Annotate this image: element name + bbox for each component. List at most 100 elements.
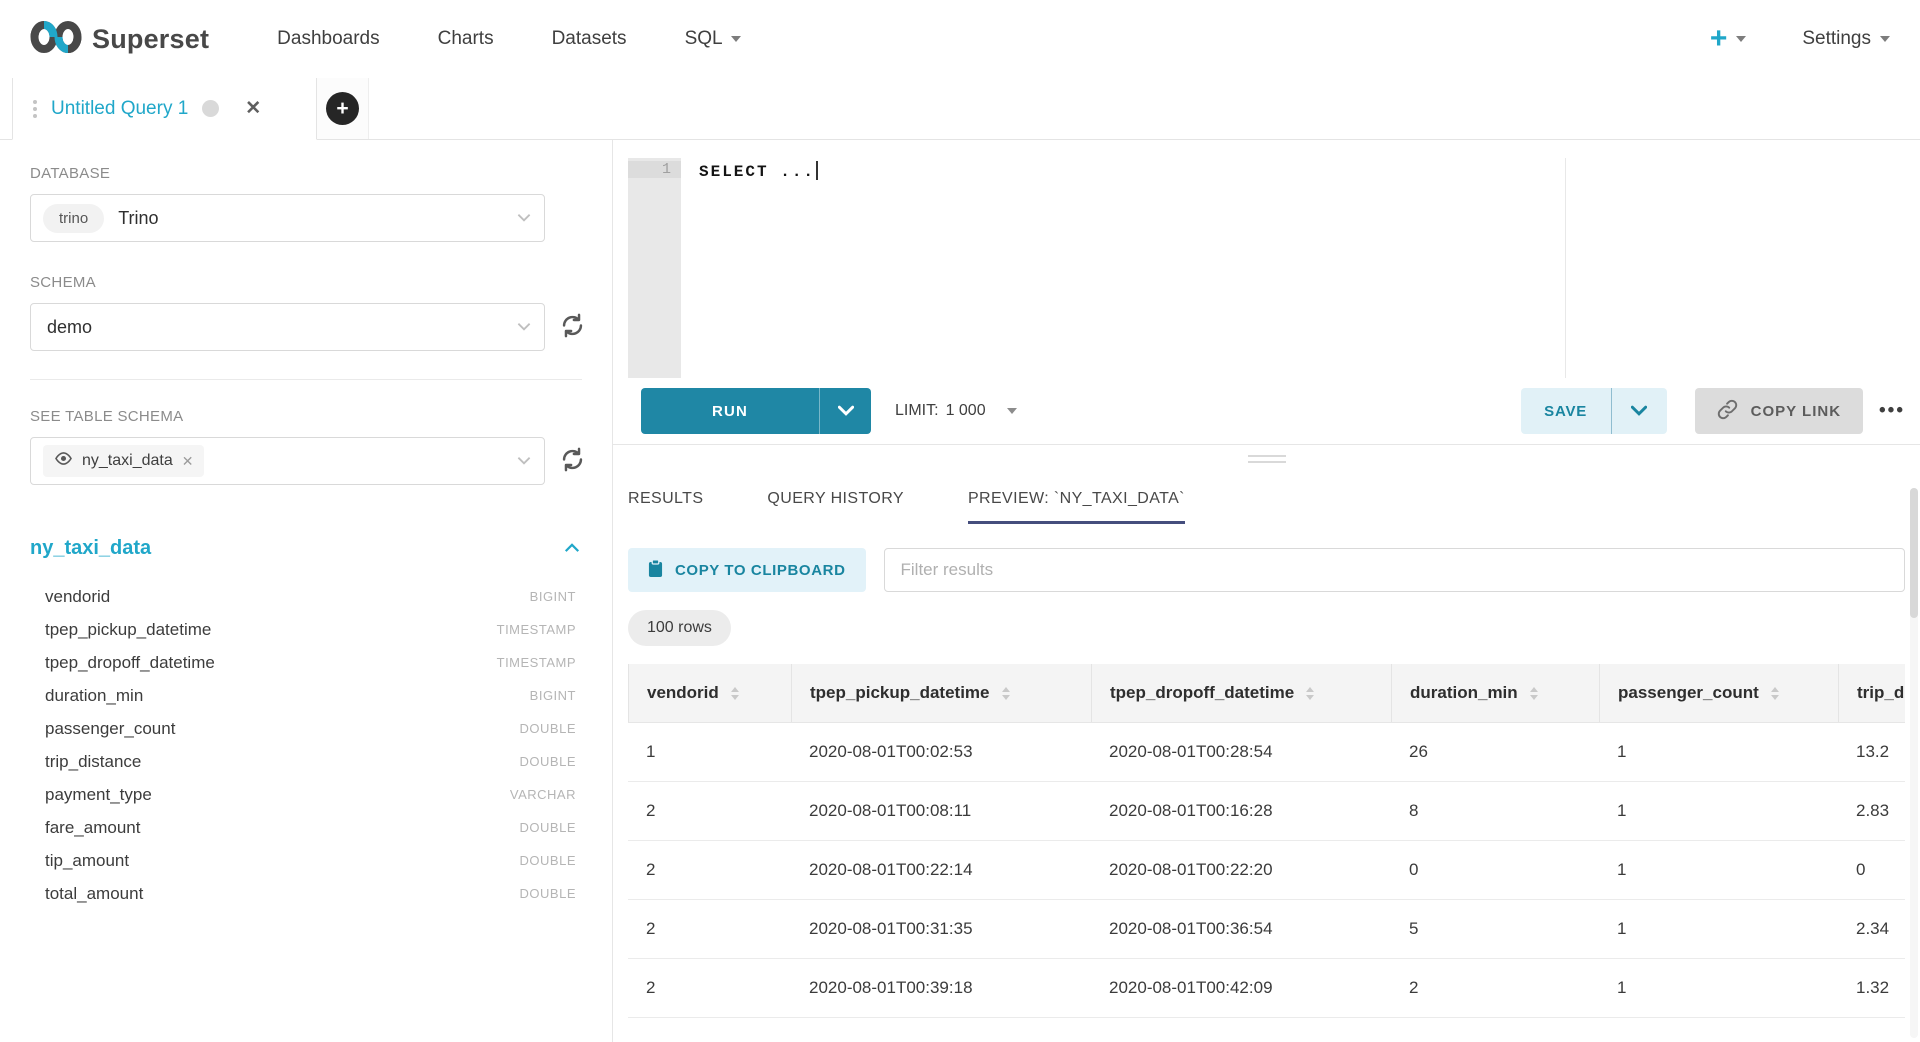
run-options-button[interactable]	[819, 388, 871, 434]
cell-vendorid: 2	[628, 782, 791, 840]
cell-trip-distance: 1.32	[1838, 959, 1905, 1017]
eye-icon	[54, 451, 73, 471]
sql-code: SELECT ...	[699, 163, 815, 181]
sort-icon	[1771, 687, 1779, 700]
nav-datasets[interactable]: Datasets	[552, 28, 627, 50]
copy-to-clipboard-label: COPY TO CLIPBOARD	[675, 562, 846, 579]
column-name: payment_type	[45, 785, 152, 805]
column-type: TIMESTAMP	[497, 655, 576, 670]
query-tab-label[interactable]: Untitled Query 1	[51, 98, 188, 120]
chevron-down-icon	[1631, 404, 1647, 419]
add-query-tab-button[interactable]: +	[326, 92, 359, 125]
column-header-label: passenger_count	[1618, 683, 1759, 703]
cell-passenger-count: 1	[1599, 841, 1838, 899]
editor-toolbar: RUN LIMIT: 1 000 SAVE	[613, 378, 1920, 445]
refresh-table-button[interactable]	[559, 446, 586, 476]
superset-logo[interactable]: Superset	[30, 19, 209, 60]
results-scrollbar[interactable]	[1910, 488, 1918, 1038]
cell-trip-distance: 13.2	[1838, 723, 1905, 781]
remove-table-icon[interactable]: ✕	[182, 453, 194, 470]
column-row: tpep_dropoff_datetime TIMESTAMP	[30, 646, 576, 679]
column-type: DOUBLE	[520, 886, 576, 901]
cell-vendorid: 2	[628, 959, 791, 1017]
column-header[interactable]: duration_min	[1391, 664, 1599, 722]
main-nav: Dashboards Charts Datasets SQL	[277, 28, 740, 50]
query-status-dot	[202, 100, 219, 117]
query-tab-active[interactable]: Untitled Query 1 ✕	[12, 78, 317, 140]
column-header[interactable]: trip_distance	[1838, 664, 1905, 722]
column-list: vendorid BIGINT tpep_pickup_datetime TIM…	[30, 580, 612, 910]
sql-editor[interactable]: 1 SELECT ...	[628, 158, 1905, 378]
results-table-header: vendorid tpep_pickup_datetime tpep_dropo…	[628, 664, 1905, 723]
cell-duration-min: 2	[1391, 959, 1599, 1017]
tab-results[interactable]: RESULTS	[628, 482, 703, 524]
column-row: fare_amount DOUBLE	[30, 811, 576, 844]
cell-dropoff-datetime: 2020-08-01T00:16:28	[1091, 782, 1391, 840]
table-schema-title: ny_taxi_data	[30, 537, 151, 560]
nav-charts[interactable]: Charts	[438, 28, 494, 50]
column-header[interactable]: vendorid	[628, 664, 791, 722]
column-header-label: trip_distance	[1857, 683, 1905, 703]
results-tabbar: RESULTS QUERY HISTORY PREVIEW: `NY_TAXI_…	[628, 482, 1905, 524]
new-item-button[interactable]: +	[1710, 24, 1747, 54]
table-schema-header: ny_taxi_data	[30, 537, 612, 560]
column-name: passenger_count	[45, 719, 175, 739]
copy-link-label: COPY LINK	[1751, 403, 1841, 420]
table-row: 2 2020-08-01T00:39:18 2020-08-01T00:42:0…	[628, 959, 1905, 1018]
cell-vendorid: 2	[628, 841, 791, 899]
collapse-table-button[interactable]	[564, 541, 580, 556]
tab-query-history[interactable]: QUERY HISTORY	[767, 482, 904, 524]
filter-results-input[interactable]	[884, 548, 1906, 592]
drag-handle-icon[interactable]	[33, 100, 37, 118]
column-row: trip_distance DOUBLE	[30, 745, 576, 778]
nav-dashboards[interactable]: Dashboards	[277, 28, 379, 50]
database-select[interactable]: trino Trino	[30, 194, 545, 242]
schema-label: SCHEMA	[30, 274, 612, 291]
refresh-schema-button[interactable]	[559, 312, 586, 342]
column-type: TIMESTAMP	[497, 622, 576, 637]
run-button[interactable]: RUN	[641, 388, 819, 434]
settings-menu[interactable]: Settings	[1802, 28, 1890, 50]
pane-splitter-handle[interactable]	[1248, 451, 1286, 467]
table-row: 2 2020-08-01T00:08:11 2020-08-01T00:16:2…	[628, 782, 1905, 841]
column-header[interactable]: tpep_dropoff_datetime	[1091, 664, 1391, 722]
save-options-button[interactable]	[1611, 388, 1667, 434]
code-area[interactable]: SELECT ...	[681, 158, 1905, 378]
chevron-up-icon	[564, 541, 580, 556]
cell-trip-distance: 2.34	[1838, 900, 1905, 958]
divider	[30, 379, 582, 380]
more-options-button[interactable]: •••	[1879, 400, 1905, 422]
column-type: BIGINT	[530, 688, 576, 703]
query-tabstrip: Untitled Query 1 ✕ +	[0, 78, 1920, 140]
copy-to-clipboard-button[interactable]: COPY TO CLIPBOARD	[628, 548, 866, 592]
copy-link-button[interactable]: COPY LINK	[1695, 388, 1863, 434]
limit-dropdown[interactable]: LIMIT: 1 000	[895, 402, 1017, 420]
schema-select[interactable]: demo	[30, 303, 545, 351]
scrollbar-thumb[interactable]	[1910, 488, 1918, 618]
nav-sql[interactable]: SQL	[685, 28, 741, 50]
column-name: duration_min	[45, 686, 143, 706]
cell-duration-min: 5	[1391, 900, 1599, 958]
column-type: BIGINT	[530, 589, 576, 604]
table-row: 2 2020-08-01T00:31:35 2020-08-01T00:36:5…	[628, 900, 1905, 959]
table-select[interactable]: ny_taxi_data ✕	[30, 437, 545, 485]
cell-dropoff-datetime: 2020-08-01T00:42:09	[1091, 959, 1391, 1017]
limit-label: LIMIT:	[895, 402, 939, 420]
run-split-button: RUN	[641, 388, 871, 434]
column-name: trip_distance	[45, 752, 141, 772]
tab-preview-ny-taxi-data[interactable]: PREVIEW: `NY_TAXI_DATA`	[968, 482, 1185, 524]
column-header[interactable]: tpep_pickup_datetime	[791, 664, 1091, 722]
caret-down-icon	[1007, 408, 1017, 414]
cell-pickup-datetime: 2020-08-01T00:08:11	[791, 782, 1091, 840]
table-tag: ny_taxi_data ✕	[43, 445, 204, 477]
row-count-badge: 100 rows	[628, 610, 731, 646]
close-icon[interactable]: ✕	[245, 97, 261, 120]
column-header-label: vendorid	[647, 683, 719, 703]
column-header[interactable]: passenger_count	[1599, 664, 1838, 722]
cell-passenger-count: 1	[1599, 900, 1838, 958]
navbar: Superset Dashboards Charts Datasets SQL …	[0, 0, 1920, 78]
save-button[interactable]: SAVE	[1521, 388, 1611, 434]
chevron-down-icon	[517, 452, 531, 470]
cell-passenger-count: 1	[1599, 782, 1838, 840]
cell-passenger-count: 1	[1599, 723, 1838, 781]
